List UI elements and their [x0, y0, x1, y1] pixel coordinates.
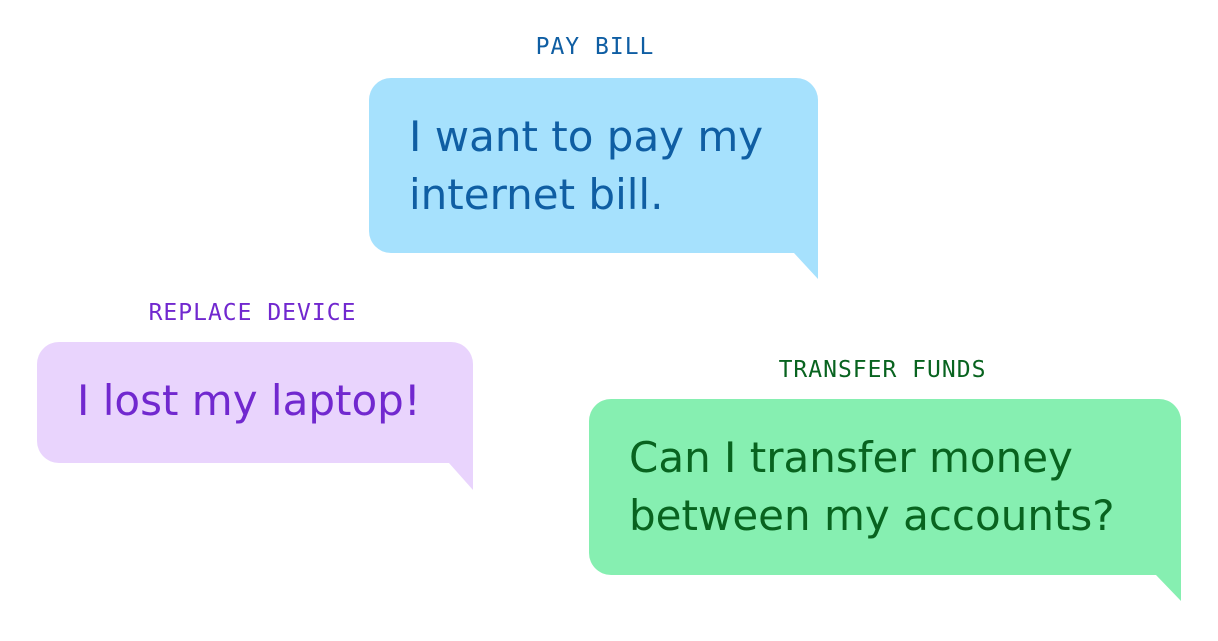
message-text-transfer-funds: Can I transfer money between my accounts…	[629, 433, 1115, 540]
intent-label-transfer-funds: TRANSFER FUNDS	[778, 357, 987, 383]
message-text-pay-bill: I want to pay my internet bill.	[409, 112, 764, 219]
chat-bubble-replace-device: I lost my laptop!	[37, 342, 473, 463]
chat-bubble-pay-bill: I want to pay my internet bill.	[369, 78, 818, 253]
message-text-replace-device: I lost my laptop!	[77, 376, 421, 425]
chat-bubble-transfer-funds: Can I transfer money between my accounts…	[589, 399, 1181, 575]
intent-examples-canvas: PAY BILL I want to pay my internet bill.…	[0, 0, 1218, 641]
intent-label-pay-bill: PAY BILL	[535, 34, 655, 60]
intent-label-replace-device: REPLACE DEVICE	[148, 300, 357, 326]
bubble-tail-replace-device	[449, 463, 473, 490]
bubble-tail-transfer-funds	[1156, 575, 1181, 601]
bubble-tail-pay-bill	[794, 253, 818, 279]
